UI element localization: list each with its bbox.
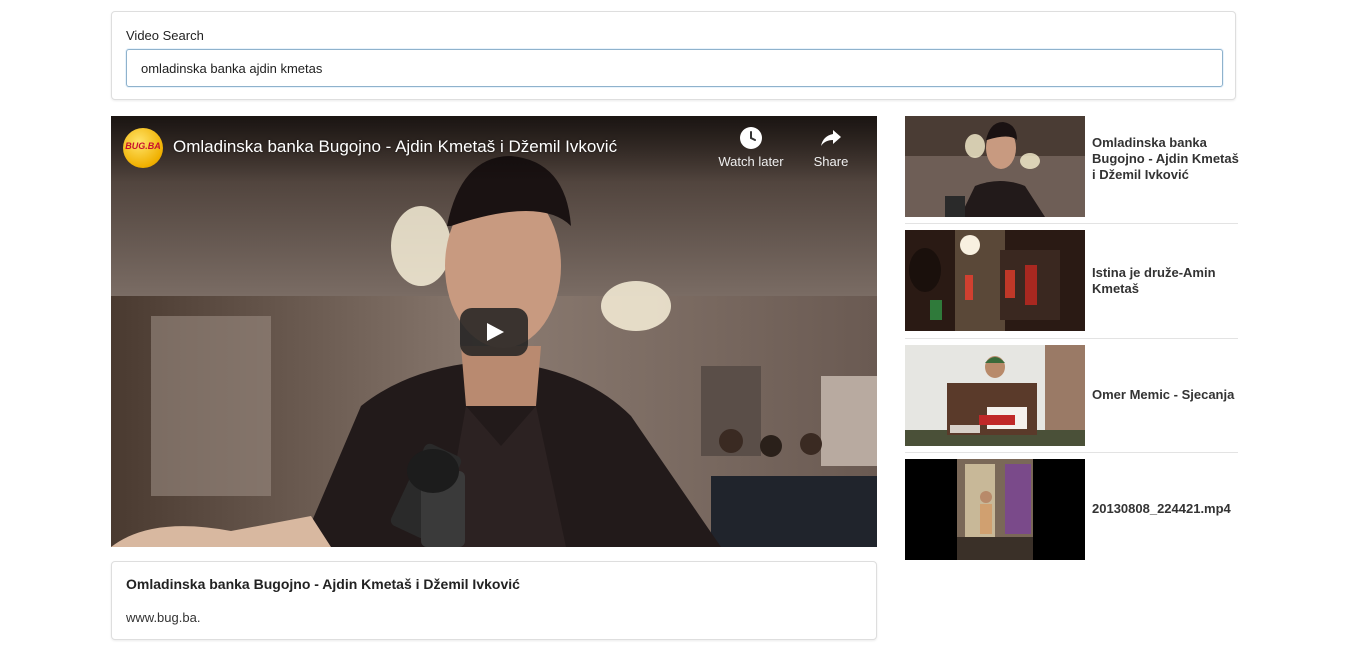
video-thumbnail[interactable] (905, 345, 1085, 446)
search-card: Video Search (111, 11, 1236, 100)
watch-later-label: Watch later (718, 154, 784, 169)
share-arrow-icon (821, 130, 841, 146)
video-thumbnail[interactable] (905, 116, 1085, 217)
watch-later-button[interactable]: Watch later (711, 126, 791, 169)
video-list-item-title[interactable]: Omer Memic - Sjecanja (1092, 387, 1242, 403)
video-list-item-title[interactable]: Istina je druže-Amin Kmetaš (1092, 265, 1242, 297)
search-input[interactable] (126, 49, 1223, 87)
divider (905, 223, 1238, 224)
video-list-item-title[interactable]: Omladinska banka Bugojno - Ajdin Kmetaš … (1092, 135, 1242, 183)
search-label: Video Search (126, 28, 204, 43)
player-title[interactable]: Omladinska banka Bugojno - Ajdin Kmetaš … (173, 137, 617, 157)
divider (905, 452, 1238, 453)
video-player[interactable]: BUG.BA Omladinska banka Bugojno - Ajdin … (111, 116, 877, 547)
video-list-item-title[interactable]: 20130808_224421.mp4 (1092, 501, 1242, 517)
share-button[interactable]: Share (791, 126, 871, 169)
channel-logo[interactable]: BUG.BA (123, 128, 163, 168)
video-detail-description: www.bug.ba. (126, 610, 201, 625)
divider (905, 338, 1238, 339)
play-icon (487, 323, 504, 341)
share-label: Share (813, 154, 849, 169)
play-button[interactable] (460, 308, 528, 356)
video-detail: Omladinska banka Bugojno - Ajdin Kmetaš … (111, 561, 877, 640)
video-thumbnail[interactable] (905, 230, 1085, 331)
video-thumbnail[interactable] (905, 459, 1085, 560)
channel-logo-text: BUG.BA (125, 141, 161, 151)
video-detail-title: Omladinska banka Bugojno - Ajdin Kmetaš … (126, 576, 520, 592)
clock-icon (740, 127, 762, 149)
